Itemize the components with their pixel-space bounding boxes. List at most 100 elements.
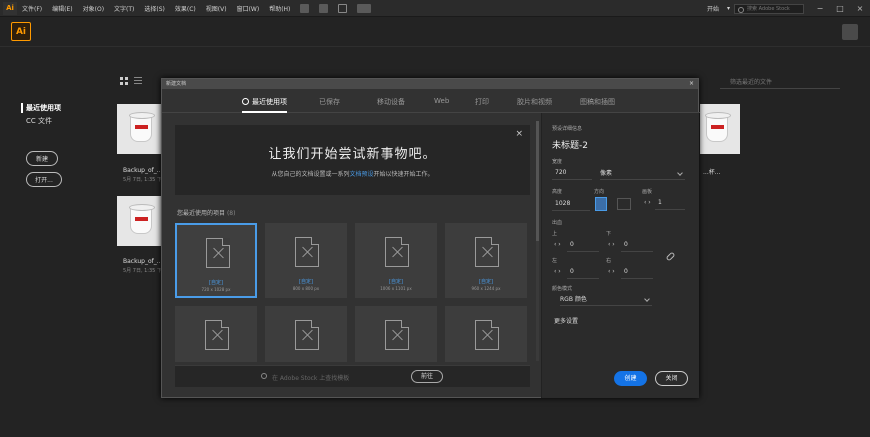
filter-recent-input[interactable]: 筛选最近的文件	[720, 77, 840, 89]
open-button[interactable]: 打开...	[26, 172, 62, 187]
close-window-button[interactable]: ×	[850, 0, 870, 17]
sidebar-item-cc-files[interactable]: CC 文件	[26, 116, 62, 126]
document-name-field[interactable]: 未标题-2	[552, 138, 588, 151]
cup-image	[705, 112, 731, 142]
stock-template-search[interactable]: 在 Adobe Stock 上查找模板	[272, 373, 349, 382]
banner-heading: 让我们开始尝试新事物吧。	[268, 147, 437, 162]
grid-view-icon[interactable]	[120, 77, 128, 85]
gpu-icon[interactable]	[338, 3, 348, 13]
minimize-button[interactable]: −	[810, 0, 830, 17]
menu-object[interactable]: 对象(O)	[78, 4, 109, 13]
orientation-label: 方向	[594, 189, 605, 195]
tab-art-illustration[interactable]: 图稿和插图	[580, 97, 615, 107]
document-presets-link[interactable]: 文档预设	[349, 171, 373, 178]
start-sidebar: 最近使用项 CC 文件 新建 打开...	[21, 103, 62, 187]
bleed-top-label: 上	[552, 231, 558, 237]
bleed-bottom-stepper[interactable]: ‹ ›	[608, 241, 615, 248]
clock-icon	[242, 98, 249, 105]
recent-items-heading: 您最近使用的项目 (8)	[177, 210, 236, 217]
bleed-top-input[interactable]: 0	[567, 240, 599, 252]
menu-window[interactable]: 窗口(W)	[232, 4, 265, 13]
dialog-close-icon[interactable]: ×	[689, 79, 694, 89]
color-mode-select[interactable]: RGB 颜色	[560, 294, 652, 306]
sidebar-item-recent[interactable]: 最近使用项	[21, 103, 62, 113]
chevron-down-icon[interactable]: ▾	[723, 5, 734, 12]
app-window: Ai 文件(F) 编辑(E) 对象(O) 文字(T) 选择(S) 效果(C) 视…	[0, 0, 870, 437]
recent-file-name: Backup_of_...	[123, 167, 163, 174]
preset-card[interactable]	[445, 306, 527, 362]
recent-file-thumbnail[interactable]	[117, 104, 167, 154]
menu-help[interactable]: 帮助(H)	[264, 4, 295, 13]
menu-type[interactable]: 文字(T)	[109, 4, 139, 13]
maximize-button[interactable]: □	[830, 0, 850, 17]
document-icon	[206, 238, 230, 268]
bleed-right-stepper[interactable]: ‹ ›	[608, 268, 615, 275]
more-settings-button[interactable]: 更多设置	[554, 316, 578, 325]
stock-search-input[interactable]: 搜索 Adobe Stock	[734, 3, 804, 14]
recent-file-thumbnail[interactable]	[117, 196, 167, 246]
unit-select[interactable]: 像素	[600, 168, 685, 180]
width-label: 宽度	[552, 159, 563, 165]
preset-card[interactable]: [自定] 800 x 800 px	[265, 223, 347, 298]
bleed-label: 出血	[552, 220, 563, 226]
workspace-switcher[interactable]: 开始	[703, 4, 723, 13]
dialog-title: 新建文档	[166, 81, 187, 87]
preset-card[interactable]	[265, 306, 347, 362]
artboards-stepper[interactable]: ‹ ›	[644, 199, 651, 206]
stock-icon[interactable]	[319, 3, 329, 13]
tab-web[interactable]: Web	[434, 97, 449, 105]
bleed-right-label: 右	[606, 258, 612, 264]
bleed-left-stepper[interactable]: ‹ ›	[554, 268, 561, 275]
document-icon	[385, 237, 409, 267]
tab-recent[interactable]: 最近使用项	[242, 97, 287, 113]
bleed-left-input[interactable]: 0	[567, 267, 599, 279]
tab-saved[interactable]: 已保存	[319, 97, 340, 107]
create-button[interactable]: 创建	[614, 371, 647, 386]
menu-file[interactable]: 文件(F)	[17, 4, 47, 13]
arrange-icon[interactable]	[357, 3, 372, 13]
document-icon	[475, 237, 499, 267]
bleed-top-stepper[interactable]: ‹ ›	[554, 241, 561, 248]
ai-logo: Ai	[11, 22, 31, 41]
preset-card[interactable]	[175, 306, 257, 362]
preset-card[interactable]: [自定] 1006 x 1101 px	[355, 223, 437, 298]
menu-edit[interactable]: 编辑(E)	[47, 4, 77, 13]
artboards-label: 画板	[642, 189, 653, 195]
app-logo-small: Ai	[3, 1, 17, 15]
preset-card[interactable]: [自定] 960 x 1244 px	[445, 223, 527, 298]
landscape-orientation-button[interactable]	[617, 198, 631, 210]
cup-image	[129, 112, 155, 142]
preset-card[interactable]	[355, 306, 437, 362]
menu-select[interactable]: 选择(S)	[139, 4, 170, 13]
tab-mobile[interactable]: 移动设备	[377, 97, 405, 107]
view-toggle	[120, 77, 142, 85]
new-button[interactable]: 新建	[26, 151, 58, 166]
preset-card[interactable]: [自定] 720 x 1028 px	[175, 223, 257, 298]
close-button[interactable]: 关闭	[655, 371, 688, 386]
bleed-bottom-input[interactable]: 0	[621, 240, 653, 252]
tab-film-video[interactable]: 胶片和视频	[517, 97, 552, 107]
cloud-icon[interactable]	[842, 24, 858, 40]
menu-view[interactable]: 视图(V)	[201, 4, 232, 13]
artboards-input[interactable]: 1	[655, 198, 685, 210]
tab-print[interactable]: 打印	[475, 97, 489, 107]
height-input[interactable]: 1028	[552, 199, 590, 211]
new-document-dialog: 新建文档 × 最近使用项 已保存 移动设备 Web 打印 胶片和视频 图稿和插图…	[161, 78, 700, 398]
width-input[interactable]: 720	[552, 168, 592, 180]
document-icon	[205, 320, 229, 350]
banner-text: 从您自己的文档设置或一系列文档预设开始以快速开始工作。	[271, 171, 434, 178]
document-icon	[295, 237, 319, 267]
bridge-icon[interactable]	[300, 3, 310, 13]
document-icon	[475, 320, 499, 350]
portrait-orientation-button[interactable]	[595, 197, 607, 211]
menu-effect[interactable]: 效果(C)	[170, 4, 201, 13]
go-button[interactable]: 前往	[411, 370, 443, 383]
color-mode-label: 颜色模式	[552, 286, 573, 292]
list-view-icon[interactable]	[134, 77, 142, 85]
document-icon	[295, 320, 319, 350]
scrollbar[interactable]	[536, 121, 539, 361]
banner-close-icon[interactable]: ×	[515, 129, 523, 139]
recent-file-thumbnail[interactable]	[700, 104, 740, 154]
link-icon[interactable]	[665, 251, 676, 262]
bleed-right-input[interactable]: 0	[621, 267, 653, 279]
